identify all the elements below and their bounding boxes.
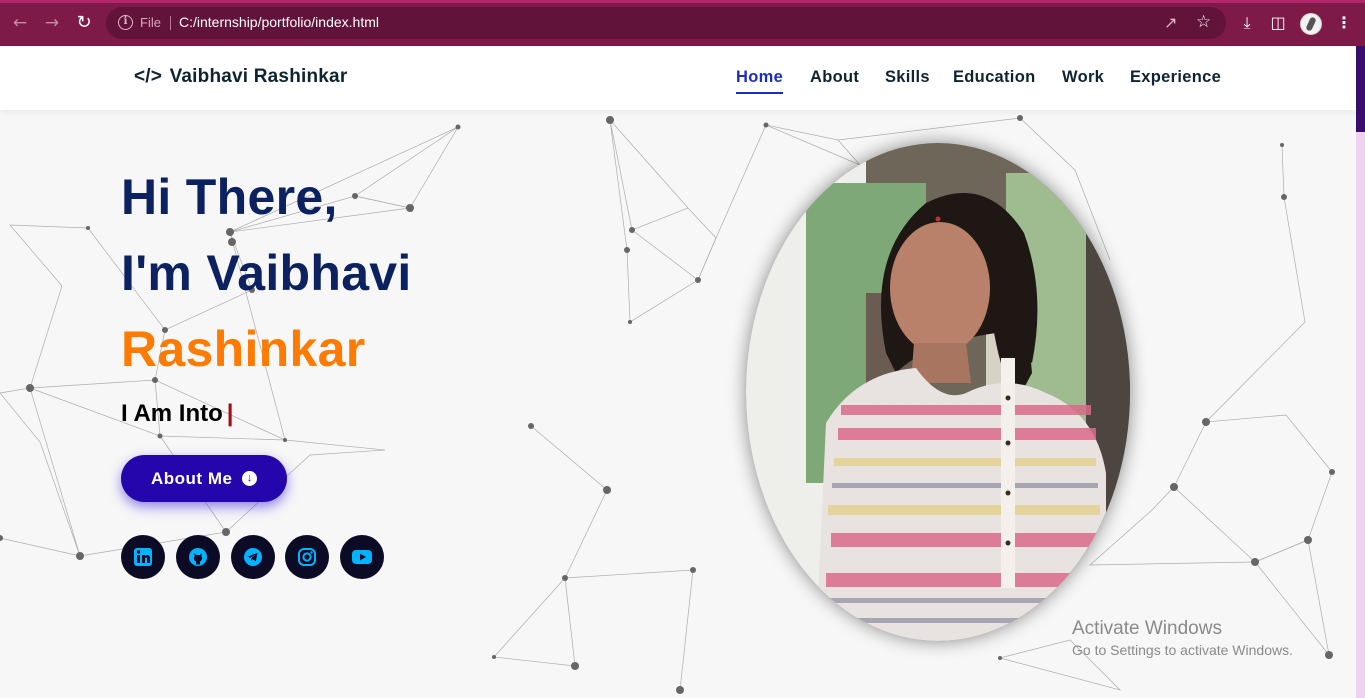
typing-cursor: | xyxy=(226,400,234,427)
address-separator xyxy=(170,16,171,30)
star-icon[interactable]: ☆ xyxy=(1196,12,1211,32)
download-icon[interactable]: ⤓ xyxy=(1236,13,1258,33)
linkedin-icon[interactable] xyxy=(121,535,165,579)
hero-surname: Rashinkar xyxy=(121,321,366,377)
typing-text: I Am Into xyxy=(121,400,223,427)
menu-dots-icon[interactable]: ⋮ xyxy=(1333,13,1355,33)
arrow-down-circle-icon: ↓ xyxy=(242,471,257,486)
youtube-icon[interactable] xyxy=(340,535,384,579)
about-me-button[interactable]: About Me ↓ xyxy=(121,455,287,502)
reload-icon[interactable]: ↻ xyxy=(74,13,94,33)
about-me-label: About Me xyxy=(151,469,233,488)
scrollbar-track[interactable] xyxy=(1356,46,1365,698)
hero-name-line: I'm Vaibhavi xyxy=(121,245,412,301)
brand-name: Vaibhavi Rashinkar xyxy=(169,66,348,87)
hero-greeting: Hi There, xyxy=(121,169,338,225)
code-icon: </> xyxy=(134,66,163,87)
nav-education[interactable]: Education xyxy=(953,68,1035,87)
activate-windows-title: Activate Windows xyxy=(1072,618,1222,639)
back-arrow-icon[interactable]: ← xyxy=(10,13,30,33)
activate-windows-subtitle: Go to Settings to activate Windows. xyxy=(1072,642,1293,658)
telegram-icon[interactable] xyxy=(231,535,275,579)
url-text[interactable]: C:/internship/portfolio/index.html xyxy=(179,14,379,30)
instagram-icon[interactable] xyxy=(285,535,329,579)
profile-photo xyxy=(746,143,1130,641)
activate-windows-watermark: Activate Windows Go to Settings to activ… xyxy=(1072,618,1293,658)
share-icon[interactable]: ↗ xyxy=(1164,13,1177,32)
nav-skills[interactable]: Skills xyxy=(885,68,930,87)
nav-about[interactable]: About xyxy=(810,68,859,87)
brand-logo[interactable]: </> Vaibhavi Rashinkar xyxy=(134,66,347,88)
file-label: File xyxy=(140,15,161,30)
site-header: </> Vaibhavi Rashinkar Home About Skills… xyxy=(0,46,1356,110)
hero-subtitle: I Am Into | xyxy=(121,400,233,428)
hero-section: Hi There, I'm Vaibhavi Rashinkar I Am In… xyxy=(0,110,1356,698)
side-panel-icon[interactable]: ◫ xyxy=(1267,13,1289,33)
nav-home[interactable]: Home xyxy=(736,68,784,94)
address-bar[interactable]: i File C:/internship/portfolio/index.htm… xyxy=(106,7,1226,39)
profile-avatar-icon[interactable] xyxy=(1300,13,1322,35)
info-icon[interactable]: i xyxy=(118,15,133,30)
scrollbar-thumb[interactable] xyxy=(1356,46,1365,132)
github-icon[interactable] xyxy=(176,535,220,579)
browser-toolbar: ← → ↻ i File C:/internship/portfolio/ind… xyxy=(0,0,1365,46)
forward-arrow-icon[interactable]: → xyxy=(42,13,62,33)
nav-work[interactable]: Work xyxy=(1062,68,1104,87)
nav-experience[interactable]: Experience xyxy=(1130,68,1221,87)
